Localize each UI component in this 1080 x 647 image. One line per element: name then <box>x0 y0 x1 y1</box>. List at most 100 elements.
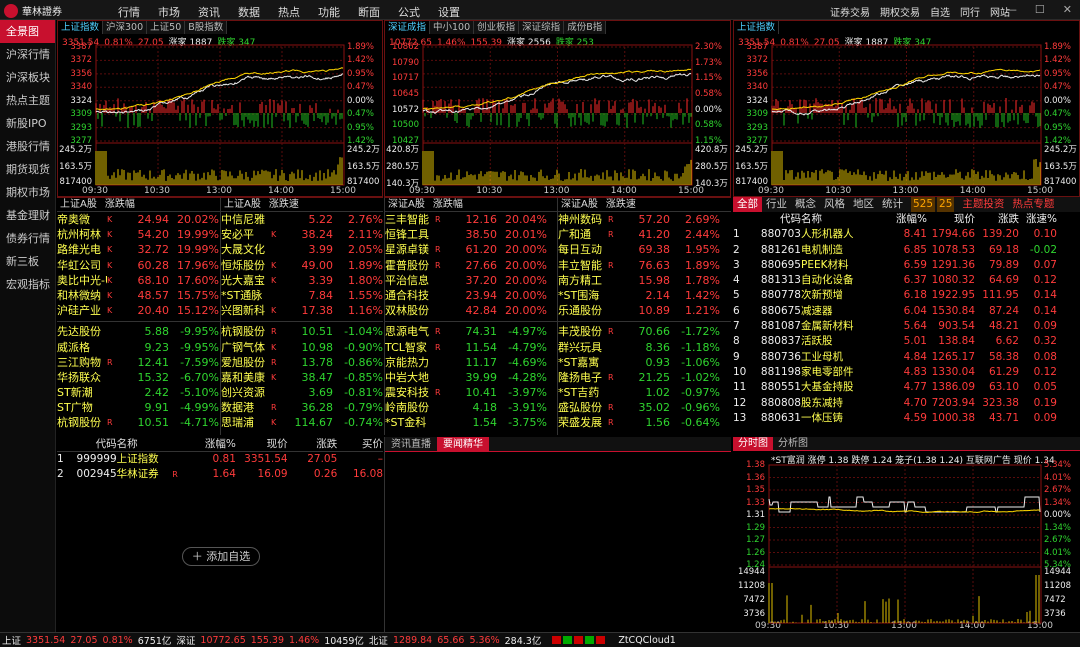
watchlist-row[interactable]: 2 002945 华林证券 R 1.64 16.09 0.26 16.08 <box>57 467 383 482</box>
rank-row[interactable]: 光大嘉宝 K 3.39 1.80% <box>221 273 383 288</box>
rank-row[interactable]: 思瑞浦 K 114.67 -0.74% <box>221 415 383 430</box>
sidebar-item[interactable]: 债券行情 <box>0 227 55 250</box>
rank-market[interactable]: 深证A股 <box>561 198 598 211</box>
watchlist-col-header[interactable]: 代码 <box>71 437 117 451</box>
sector-tab[interactable]: 统计 <box>878 197 907 212</box>
rank-row[interactable]: 大晟文化 3.99 2.05% <box>221 242 383 257</box>
tab-news-live[interactable]: 资讯直播 <box>385 437 437 451</box>
menu-peers[interactable]: 同行 <box>960 4 980 19</box>
menu-news[interactable]: 资讯 <box>198 4 220 20</box>
tab-news-highlights[interactable]: 要闻精华 <box>437 437 489 451</box>
rank-row[interactable]: 华虹公司 K 60.28 17.96% <box>57 258 220 273</box>
sector-row[interactable]: 7 881087 金属新材料 5.64 903.54 48.21 0.09 <box>733 319 1080 334</box>
maximize-icon[interactable]: ☐ <box>1035 3 1045 16</box>
rank-row[interactable]: 中岩大地 39.99 -4.28% <box>385 370 557 385</box>
watchlist-row[interactable]: 1 999999 上证指数 0.81 3351.54 27.05 – <box>57 452 383 467</box>
watchlist-col-header[interactable]: 名称 <box>117 437 173 451</box>
sector-tab[interactable]: 地区 <box>849 197 878 212</box>
sidebar-item[interactable]: 期货现货 <box>0 158 55 181</box>
sector-row[interactable]: 3 880695 PEEK材料 6.59 1291.36 79.89 0.07 <box>733 258 1080 273</box>
rank-row[interactable]: 群兴玩具 8.36 -1.18% <box>558 340 731 355</box>
rank-row[interactable]: *ST通脉 7.84 1.55% <box>221 288 383 303</box>
rank-row[interactable]: 星源卓镁 R 61.20 20.00% <box>385 242 557 257</box>
watchlist-col-header[interactable] <box>172 437 186 451</box>
rank-row[interactable]: 恒烁股份 K 49.00 1.89% <box>221 258 383 273</box>
menu-data[interactable]: 数据 <box>238 4 260 20</box>
sector-row[interactable]: 6 880675 减速器 6.04 1530.84 87.24 0.14 <box>733 304 1080 319</box>
rank-row[interactable]: 爱旭股份 R 13.78 -0.86% <box>221 355 383 370</box>
watchlist-col-header[interactable]: 买价 <box>337 437 383 451</box>
rank-row[interactable]: 广和通 R 41.20 2.44% <box>558 227 731 242</box>
rank-row[interactable]: *ST嘉寓 0.93 -1.06% <box>558 355 731 370</box>
menu-hot[interactable]: 热点 <box>278 4 300 20</box>
sector-tab[interactable]: 行业 <box>762 197 791 212</box>
menu-settings[interactable]: 设置 <box>438 4 460 20</box>
rank-row[interactable]: 南方精工 15.98 1.78% <box>558 273 731 288</box>
sector-col-header[interactable] <box>869 212 887 227</box>
rank-row[interactable]: 丰茂股份 R 70.66 -1.72% <box>558 324 731 339</box>
rank-row[interactable]: 通合科技 23.94 20.00% <box>385 288 557 303</box>
rank-row[interactable]: 安必平 K 38.24 2.11% <box>221 227 383 242</box>
sector-row[interactable]: 5 880778 次新预增 6.18 1922.95 111.95 0.14 <box>733 288 1080 303</box>
rank-row[interactable]: 每日互动 69.38 1.95% <box>558 242 731 257</box>
menu-stock-trade[interactable]: 证券交易 <box>830 4 870 19</box>
close-icon[interactable]: ✕ <box>1063 3 1072 16</box>
sidebar-item[interactable]: 新三板 <box>0 250 55 273</box>
menu-watchlist[interactable]: 自选 <box>930 4 950 19</box>
rank-row[interactable]: 和林微纳 K 48.57 15.75% <box>57 288 220 303</box>
menu-market[interactable]: 市场 <box>158 4 180 20</box>
watchlist-col-header[interactable] <box>57 437 71 451</box>
sector-col-header[interactable]: 涨速% <box>1019 212 1057 227</box>
rank-row[interactable]: TCL智家 R 11.54 -4.79% <box>385 340 557 355</box>
rank-row[interactable]: 杭钢股份 R 10.51 -1.04% <box>221 324 383 339</box>
sector-row[interactable]: 12 880808 股东减持 4.70 7203.94 323.38 0.19 <box>733 396 1080 411</box>
rank-row[interactable]: 广钢气体 K 10.98 -0.90% <box>221 340 383 355</box>
menu-function[interactable]: 功能 <box>318 4 340 20</box>
sidebar-item[interactable]: 新股IPO <box>0 112 55 135</box>
menu-section[interactable]: 断面 <box>358 4 380 20</box>
menu-formula[interactable]: 公式 <box>398 4 420 20</box>
rank-row[interactable]: 创兴资源 3.69 -0.81% <box>221 385 383 400</box>
rank-row[interactable]: 威派格 9.23 -9.95% <box>57 340 220 355</box>
rank-row[interactable]: 神州数码 R 57.20 2.69% <box>558 212 731 227</box>
watchlist-col-header[interactable]: 现价 <box>236 437 288 451</box>
rank-row[interactable]: ST广物 9.91 -4.99% <box>57 400 220 415</box>
rank-row[interactable]: 三丰智能 R 12.16 20.04% <box>385 212 557 227</box>
watchlist-col-header[interactable]: 涨幅% <box>186 437 236 451</box>
rank-row[interactable]: 平治信息 37.20 20.00% <box>385 273 557 288</box>
rank-row[interactable]: 先达股份 5.88 -9.95% <box>57 324 220 339</box>
sector-tab[interactable]: 概念 <box>791 197 820 212</box>
sector-col-header[interactable]: 代码 <box>757 212 801 227</box>
add-watchlist-button[interactable]: ＋ 添加自选 <box>182 547 260 566</box>
rank-row[interactable]: *ST金科 1.54 -3.75% <box>385 415 557 430</box>
rank-market[interactable]: 上证A股 <box>60 198 97 211</box>
rank-row[interactable]: 乐通股份 10.89 1.21% <box>558 303 731 318</box>
rank-row[interactable]: 隆扬电子 R 21.25 -1.02% <box>558 370 731 385</box>
sector-row[interactable]: 13 880631 一体压铸 4.59 1000.38 43.71 0.09 <box>733 411 1080 426</box>
rank-row[interactable]: 荣盛发展 R 1.56 -0.64% <box>558 415 731 430</box>
sidebar-item[interactable]: 热点主题 <box>0 89 55 112</box>
watchlist-col-header[interactable]: 涨跌 <box>288 437 337 451</box>
rank-row[interactable]: 路维光电 K 32.72 19.99% <box>57 242 220 257</box>
rank-row[interactable]: 中信尼雅 5.22 2.76% <box>221 212 383 227</box>
rank-row[interactable]: 嘉和美康 K 38.47 -0.85% <box>221 370 383 385</box>
sector-tab[interactable]: 风格 <box>820 197 849 212</box>
rank-row[interactable]: 京能热力 11.17 -4.69% <box>385 355 557 370</box>
sector-tab[interactable]: 全部 <box>733 197 762 212</box>
sidebar-item[interactable]: 沪深行情 <box>0 43 55 66</box>
rank-row[interactable]: 奥比中光-UWK 68.10 17.60% <box>57 273 220 288</box>
menu-quotes[interactable]: 行情 <box>118 4 140 20</box>
rank-row[interactable]: 兴图新科 K 17.38 1.16% <box>221 303 383 318</box>
sidebar-item[interactable]: 沪深板块 <box>0 66 55 89</box>
minimize-icon[interactable]: — <box>1006 3 1017 16</box>
sidebar-item[interactable]: 港股行情 <box>0 135 55 158</box>
sector-col-header[interactable] <box>733 212 757 227</box>
sector-row[interactable]: 9 880736 工业母机 4.84 1265.17 58.38 0.08 <box>733 350 1080 365</box>
rank-market[interactable]: 深证A股 <box>388 198 425 211</box>
rank-row[interactable]: 杭州柯林 K 54.20 19.99% <box>57 227 220 242</box>
menu-option-trade[interactable]: 期权交易 <box>880 4 920 19</box>
sector-row[interactable]: 8 880837 活跃股 5.01 138.84 6.62 0.32 <box>733 334 1080 349</box>
sector-col-header[interactable]: 涨幅% <box>887 212 927 227</box>
rank-row[interactable]: *ST围海 2.14 1.42% <box>558 288 731 303</box>
rank-row[interactable]: 杭钢股份 R 10.51 -4.71% <box>57 415 220 430</box>
